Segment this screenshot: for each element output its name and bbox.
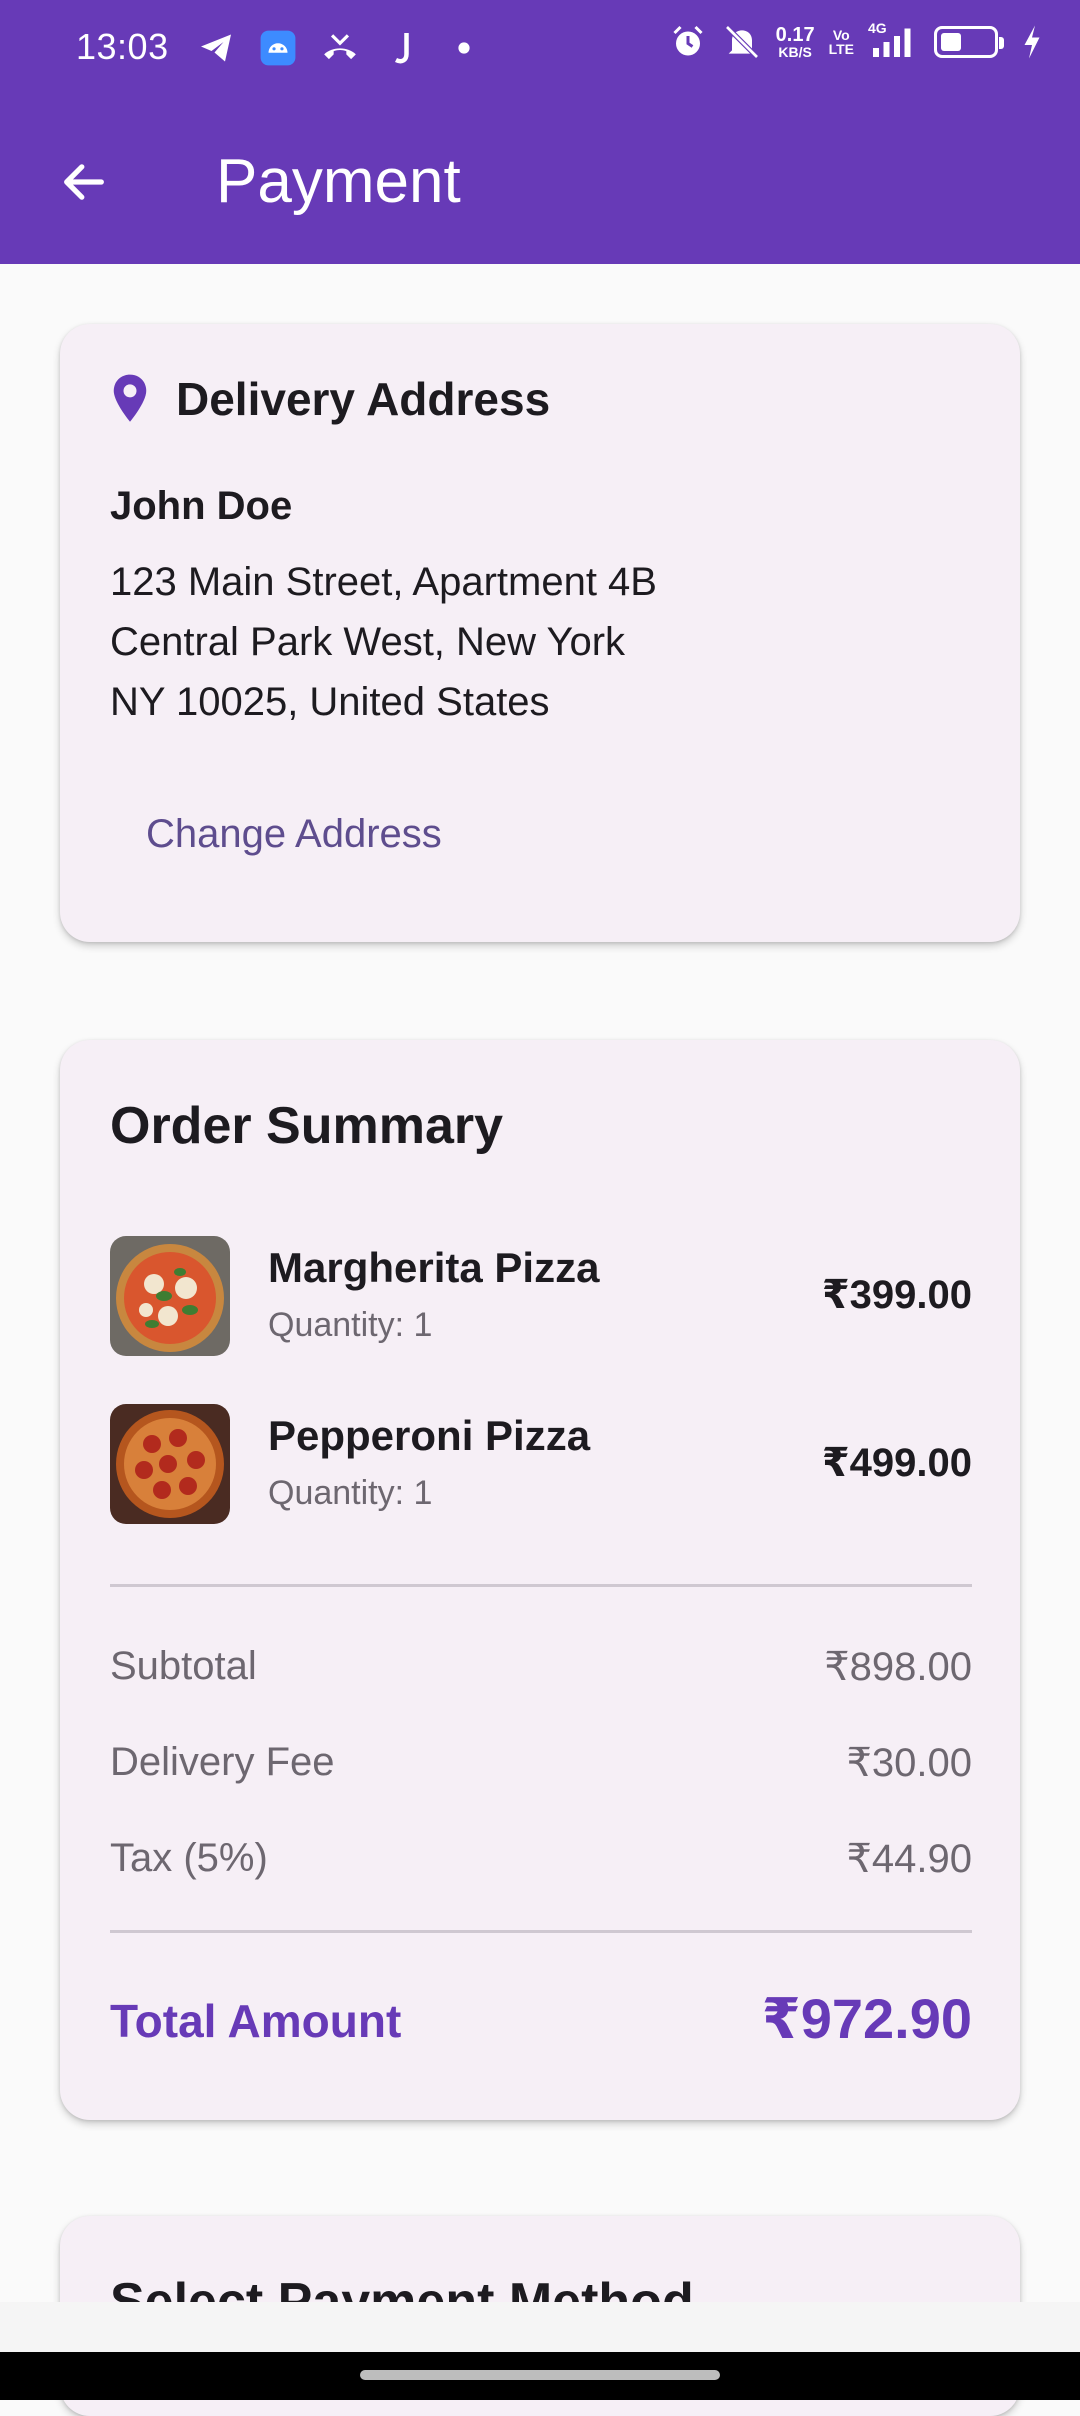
volte-top: Vo [832, 27, 850, 43]
order-summary-title: Order Summary [110, 1097, 504, 1155]
delivery-fee-label: Delivery Fee [110, 1740, 335, 1784]
system-icons: 0.17 KB/S Vo LTE 4G [668, 20, 1044, 62]
delivery-address-card: Delivery Address John Doe 123 Main Stree… [60, 324, 1020, 942]
network-type: 4G [868, 20, 887, 36]
net-speed: 0.17 KB/S [776, 25, 815, 59]
home-indicator[interactable] [360, 2370, 720, 2380]
item-quantity: Quantity: 1 [268, 1306, 433, 1344]
address-line-2: Central Park West, New York [110, 620, 626, 664]
item-name: Margherita Pizza [268, 1244, 600, 1291]
tax-label: Tax (5%) [110, 1836, 268, 1880]
j-app-icon [382, 28, 422, 68]
silent-icon [722, 22, 762, 62]
order-item: Margherita Pizza Quantity: 1 ₹399.00 [110, 1236, 972, 1356]
net-speed-unit: KB/S [778, 44, 812, 60]
address-title: Delivery Address [176, 373, 551, 425]
notification-icons [196, 28, 484, 68]
address-line-1: 123 Main Street, Apartment 4B [110, 560, 657, 604]
app-bar: Payment [0, 98, 1080, 264]
total-amount-value: ₹972.90 [761, 1987, 972, 2050]
charging-icon [1020, 22, 1044, 62]
arrow-back-icon [64, 164, 104, 200]
net-speed-value: 0.17 [775, 24, 815, 46]
pepperoni-pizza-image [110, 1404, 230, 1524]
status-time: 13:03 [76, 26, 169, 67]
item-quantity: Quantity: 1 [268, 1474, 433, 1512]
android-icon [258, 28, 298, 68]
volte-bottom: LTE [828, 41, 854, 57]
battery-icon [934, 26, 1004, 58]
margherita-pizza-image [110, 1236, 230, 1356]
address-lines: 123 Main Street, Apartment 4B Central Pa… [110, 552, 657, 732]
subtotal-value: ₹898.00 [824, 1645, 972, 1689]
status-bar: 13:03 0.17 KB/S Vo LTE 4G [0, 0, 1080, 98]
divider [110, 1584, 972, 1587]
top-app-region: 13:03 0.17 KB/S Vo LTE 4G Payment [0, 0, 1080, 264]
item-price: ₹399.00 [821, 1273, 972, 1317]
address-header: Delivery Address [110, 372, 550, 426]
subtotal-label: Subtotal [110, 1644, 257, 1688]
change-address-button[interactable]: Change Address [110, 784, 478, 884]
location-pin-icon [113, 374, 147, 422]
total-amount-label: Total Amount [110, 1995, 402, 2047]
order-item: Pepperoni Pizza Quantity: 1 ₹499.00 [110, 1404, 972, 1524]
missed-call-icon [320, 28, 360, 68]
back-button[interactable] [42, 140, 126, 224]
item-name: Pepperoni Pizza [268, 1412, 591, 1459]
dot-icon [444, 28, 484, 68]
tax-value: ₹44.90 [846, 1837, 972, 1881]
divider [110, 1930, 972, 1933]
order-summary-card: Order Summary Margherita Pizza Quantity:… [60, 1040, 1020, 2120]
battery-level [941, 33, 961, 51]
item-price: ₹499.00 [821, 1441, 972, 1485]
signal-icon: 4G [868, 20, 920, 62]
delivery-fee-value: ₹30.00 [846, 1741, 972, 1785]
address-line-3: NY 10025, United States [110, 680, 550, 724]
telegram-icon [196, 28, 236, 68]
volte-indicator: Vo LTE [829, 28, 854, 56]
alarm-icon [668, 22, 708, 62]
page-title: Payment [216, 147, 461, 216]
recipient-name: John Doe [110, 484, 293, 528]
